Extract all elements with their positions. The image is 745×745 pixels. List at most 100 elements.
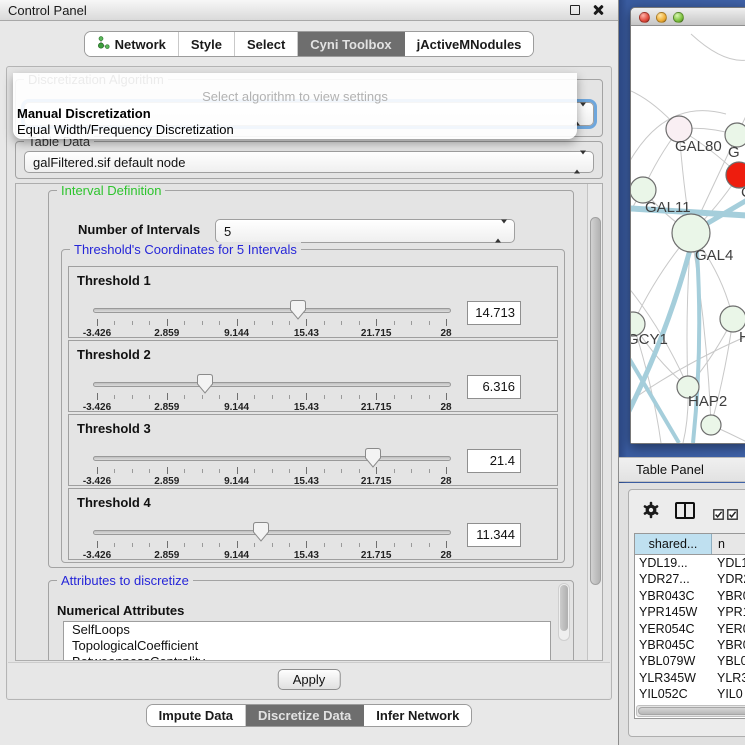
attributes-group-label: Attributes to discretize [57,573,193,588]
tab-discretize-data[interactable]: Discretize Data [246,705,364,726]
settings-vertical-scrollbar[interactable] [587,184,602,660]
table-row[interactable]: YDL19...YDL1 [635,555,745,571]
table-row[interactable]: YDR27...YDR2 [635,571,745,587]
table-data-value: galFiltered.sif default node [33,155,185,170]
threshold-value-field[interactable]: 6.316 [467,375,521,399]
threshold-value-field[interactable]: 21.4 [467,449,521,473]
attributes-list-scrollbar[interactable] [558,583,570,641]
number-of-intervals-label: Number of Intervals [78,222,200,237]
tab-impute-data[interactable]: Impute Data [147,705,246,726]
checkbox-icon[interactable] [727,507,738,525]
scrollbar-thumb[interactable] [590,217,601,585]
threshold-slider[interactable]: -3.4262.8599.14415.4321.71528 [93,447,453,487]
table-panel-body: shared... n YDL19...YDL1YDR27...YDR2YBR0… [628,489,745,737]
threshold-coordinates-label: Threshold's Coordinates for 5 Intervals [70,242,301,257]
table-panel-title: Table Panel [636,462,704,477]
algorithm-dropdown-popup: Select algorithm to view settings Manual… [13,73,577,139]
threshold-label: Threshold 4 [77,495,151,510]
threshold-slider[interactable]: -3.4262.8599.14415.4321.71528 [93,373,453,413]
table-row[interactable]: YBL079WYBL0 [635,653,745,669]
threshold-label: Threshold 2 [77,347,151,362]
scrollbar-thumb[interactable] [638,707,745,715]
apply-strip: Apply [8,662,610,698]
slider-track[interactable] [93,530,451,535]
combo-arrows-icon [574,152,586,173]
cyni-bottom-tabbar: Impute Data Discretize Data Infer Networ… [0,704,618,727]
interval-definition-label: Interval Definition [57,183,165,198]
slider-thumb-icon[interactable] [365,448,381,468]
threshold-value-field[interactable]: 11.344 [467,523,521,547]
control-panel-tabbar: Network Style Select Cyni Toolbox jActiv… [0,31,618,57]
network-canvas-svg: GAL80GCGAL11GAL4GCY1HHAP2 [631,26,745,443]
threshold-row: Threshold 4 -3.4262.8599.14415.4321.7152… [68,488,558,560]
network-node-label: G [728,144,740,161]
node-table: shared... n YDL19...YDL1YDR27...YDR2YBR0… [634,533,745,719]
threshold-label: Threshold 1 [77,273,151,288]
cyni-toolbox-panel: Discretization Algorithm Table Data galF… [6,66,612,700]
gear-icon[interactable] [642,501,660,524]
checkbox-icon[interactable] [713,507,724,525]
control-panel-window: Control Panel Network St [0,0,619,745]
column-header-name[interactable]: n [712,534,745,554]
split-view-icon[interactable] [675,502,695,519]
window-title: Control Panel [8,3,87,18]
number-of-intervals-value: 5 [224,224,231,239]
minimize-traffic-light-icon[interactable] [656,12,667,23]
network-node[interactable] [701,415,721,435]
slider-thumb-icon[interactable] [253,522,269,542]
table-horizontal-scrollbar[interactable] [636,705,745,717]
table-header: shared... n [635,534,745,555]
slider-track[interactable] [93,382,451,387]
table-row[interactable]: YPR145WYPR1 [635,604,745,620]
tab-label: Network [115,37,166,52]
dropdown-placeholder: Select algorithm to view settings [13,89,577,104]
tab-cyni-toolbox[interactable]: Cyni Toolbox [298,32,404,56]
slider-track[interactable] [93,456,451,461]
table-data-combobox[interactable]: galFiltered.sif default node [24,151,594,173]
slider-thumb-icon[interactable] [197,374,213,394]
settings-scroll-area: Interval Definition Number of Intervals … [15,183,603,661]
slider-track[interactable] [93,308,451,313]
table-row[interactable]: YBR043CYBR0 [635,588,745,604]
table-panel-toolbar [629,490,745,530]
interval-definition-group: Interval Definition Number of Intervals … [48,190,574,568]
network-canvas[interactable]: GAL80GCGAL11GAL4GCY1HHAP2 [631,26,745,443]
attribute-item[interactable]: SelfLoops [64,622,550,638]
tab-select[interactable]: Select [235,32,298,56]
close-icon[interactable] [592,4,604,16]
number-of-intervals-combobox[interactable]: 5 [215,219,515,243]
tab-infer-network[interactable]: Infer Network [364,705,471,726]
network-node-label: GAL4 [695,247,733,264]
float-window-icon[interactable] [570,5,580,15]
attribute-item[interactable]: BetweennessCentrality [64,654,550,661]
zoom-traffic-light-icon[interactable] [673,12,684,23]
table-panel-titlebar: Table Panel [619,457,745,482]
threshold-slider[interactable]: -3.4262.8599.14415.4321.71528 [93,521,453,561]
network-node-label: HAP2 [688,393,727,410]
dropdown-option-equal-width[interactable]: Equal Width/Frequency Discretization [17,122,234,137]
network-node-label: GAL80 [675,138,722,155]
network-node-label: GCY1 [631,331,668,348]
tab-network[interactable]: Network [85,32,179,56]
dropdown-option-manual-discretization[interactable]: Manual Discretization [17,106,151,121]
numerical-attributes-list[interactable]: SelfLoopsTopologicalCoefficientBetweenne… [63,621,551,661]
network-node-label: H [739,329,745,346]
threshold-row: Threshold 3 -3.4262.8599.14415.4321.7152… [68,414,558,486]
table-row[interactable]: YBR045CYBR0 [635,637,745,653]
table-row[interactable]: YER054CYER0 [635,621,745,637]
table-data-group: Table Data galFiltered.sif default node [15,141,603,179]
table-row[interactable]: YIL052CYIL0 [635,686,745,702]
slider-thumb-icon[interactable] [290,300,306,320]
attribute-item[interactable]: TopologicalCoefficient [64,638,550,654]
close-traffic-light-icon[interactable] [639,12,650,23]
threshold-row: Threshold 1 -3.4262.8599.14415.4321.7152… [68,266,558,338]
apply-button[interactable]: Apply [278,669,341,690]
column-header-shared-name[interactable]: shared... [635,534,712,554]
table-rows: YDL19...YDL1YDR27...YDR2YBR043CYBR0YPR14… [635,555,745,702]
threshold-slider[interactable]: -3.4262.8599.14415.4321.71528 [93,299,453,339]
network-node-label: GAL11 [645,199,691,216]
tab-style[interactable]: Style [179,32,235,56]
tab-jactivemnodules[interactable]: jActiveMNodules [405,32,534,56]
threshold-value-field[interactable]: 14.713 [467,301,521,325]
table-row[interactable]: YLR345WYLR3 [635,670,745,686]
